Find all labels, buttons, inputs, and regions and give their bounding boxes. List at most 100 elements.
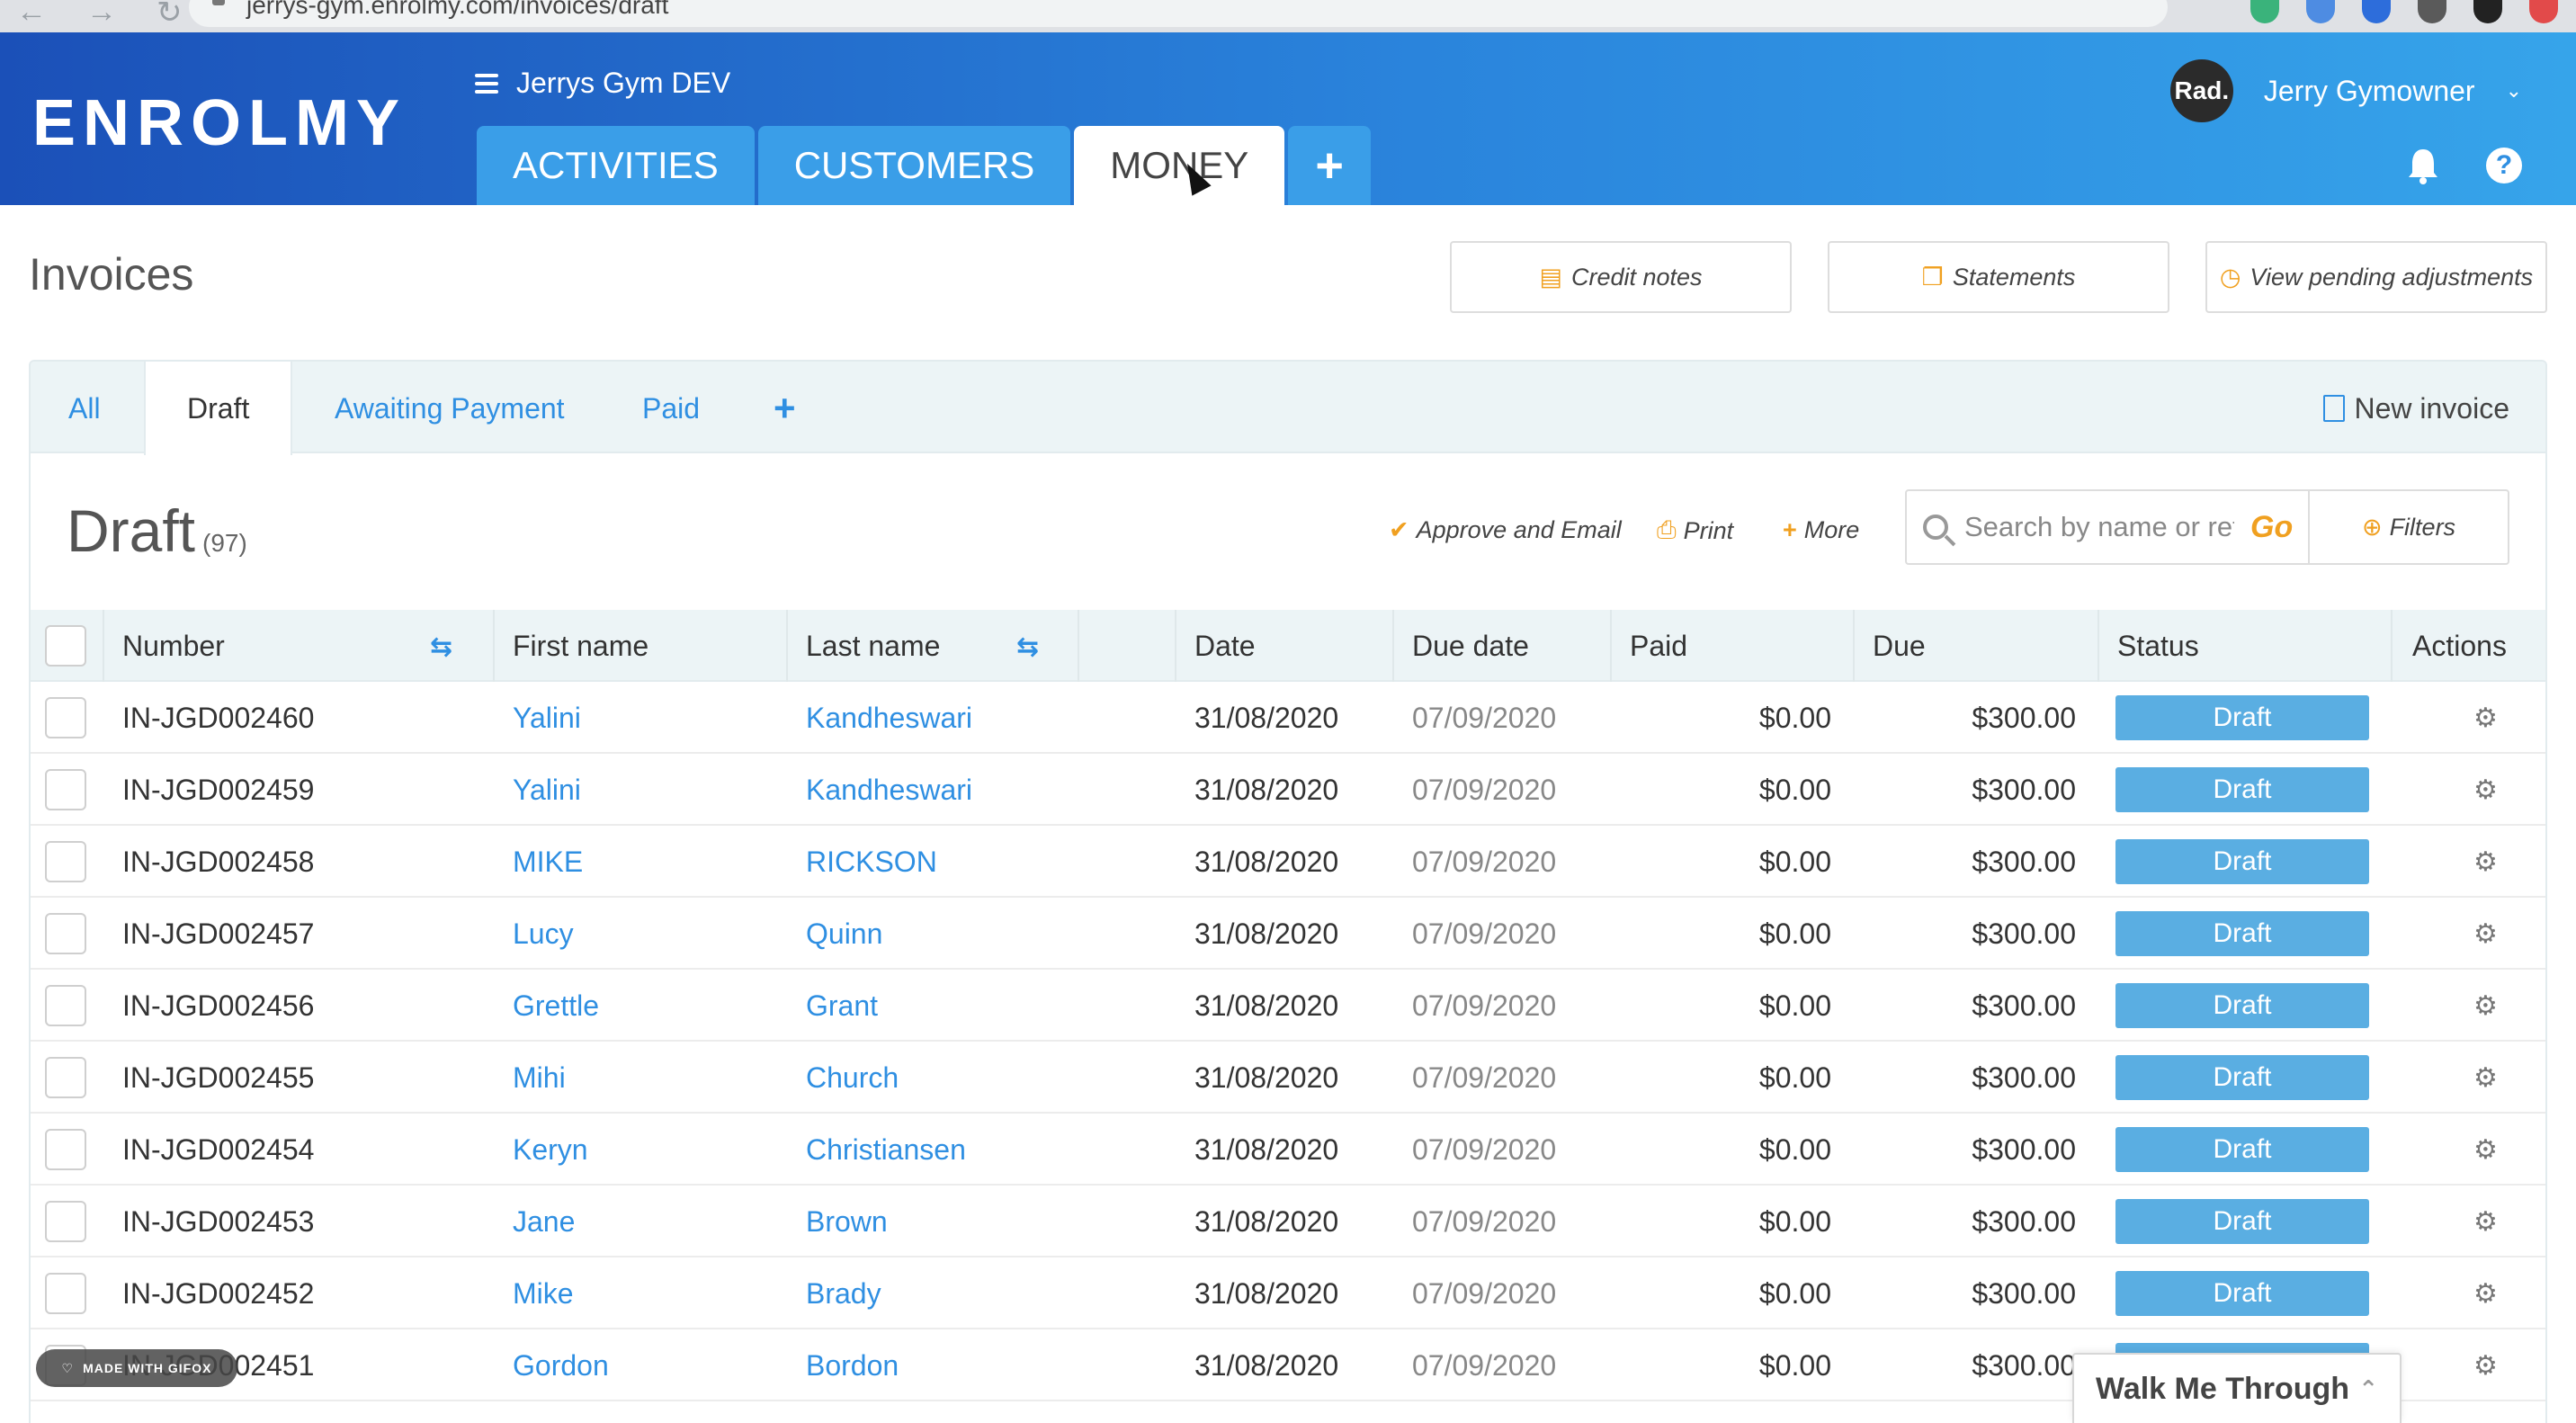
reload-icon[interactable]: ↻ (157, 0, 183, 31)
go-button[interactable]: Go (2250, 510, 2293, 545)
first-name-link[interactable]: Yalini (513, 754, 581, 826)
sort-icon[interactable]: ⇆ (430, 631, 462, 662)
puzzle-icon[interactable] (2418, 0, 2446, 23)
table-row[interactable]: IN-JGD002453 Jane Brown 31/08/2020 07/09/202… (31, 1186, 2545, 1257)
subtab-draft[interactable]: Draft (144, 362, 293, 455)
credit-notes-button[interactable]: ▤ Credit notes (1450, 241, 1792, 313)
last-name-link[interactable]: Christiansen (806, 1114, 966, 1186)
statements-button[interactable]: ❐ Statements (1828, 241, 2169, 313)
extension-icon[interactable] (2306, 0, 2335, 23)
tab-activities[interactable]: ACTIVITIES (477, 126, 755, 205)
header-first-name[interactable]: First name (513, 610, 648, 682)
row-checkbox[interactable] (45, 1273, 86, 1314)
header-paid[interactable]: Paid (1630, 610, 1687, 682)
gear-icon[interactable]: ⚙ (2473, 754, 2498, 826)
view-pending-adjustments-button[interactable]: ◷ View pending adjustments (2205, 241, 2547, 313)
last-name-link[interactable]: Quinn (806, 898, 882, 970)
header-date[interactable]: Date (1194, 610, 1256, 682)
back-icon[interactable]: ← (16, 0, 47, 31)
first-name-link[interactable]: Jane (513, 1186, 575, 1257)
table-row[interactable]: IN-JGD002454 Keryn Christiansen 31/08/2020 0… (31, 1114, 2545, 1186)
extension-icon[interactable] (2250, 0, 2279, 23)
hamburger-icon[interactable] (475, 73, 498, 94)
gear-icon[interactable]: ⚙ (2473, 1186, 2498, 1257)
gear-icon[interactable]: ⚙ (2473, 970, 2498, 1042)
row-checkbox[interactable] (45, 769, 86, 810)
tab-customers[interactable]: CUSTOMERS (757, 126, 1071, 205)
new-invoice-button[interactable]: New invoice (2323, 362, 2509, 455)
last-name-link[interactable]: Grant (806, 970, 878, 1042)
first-name-link[interactable]: MIKE (513, 826, 583, 898)
chevron-up-icon[interactable]: ⌃ (2358, 1375, 2378, 1403)
gear-icon[interactable]: ⚙ (2473, 1329, 2498, 1401)
gear-icon[interactable]: ⚙ (2473, 898, 2498, 970)
first-name-link[interactable]: Yalini (513, 682, 581, 754)
row-checkbox[interactable] (45, 1129, 86, 1170)
filters-button[interactable]: ⊕ Filters (2308, 489, 2509, 565)
add-subtab-button[interactable]: + (774, 362, 796, 455)
first-name-link[interactable]: Mihi (513, 1042, 566, 1114)
extension-icon[interactable] (2529, 0, 2558, 23)
first-name-link[interactable]: Mike (513, 1257, 574, 1329)
address-bar[interactable]: jerrys-gym.enrolmy.com/invoices/draft (189, 0, 2168, 27)
more-button[interactable]: + More (1783, 516, 1859, 544)
table-row[interactable]: IN-JGD002460 Yalini Kandheswari 31/08/2020 0… (31, 682, 2545, 754)
walk-me-through-widget[interactable]: Walk Me Through ⌃ (2072, 1353, 2402, 1423)
subtab-all[interactable]: All (68, 362, 101, 455)
user-name[interactable]: Jerry Gymowner (2264, 75, 2475, 108)
last-name-link[interactable]: Brown (806, 1186, 888, 1257)
first-name-link[interactable]: Keryn (513, 1114, 588, 1186)
header-due-date[interactable]: Due date (1412, 610, 1529, 682)
last-name-link[interactable]: Brady (806, 1257, 881, 1329)
row-checkbox[interactable] (45, 1057, 86, 1098)
forward-icon[interactable]: → (86, 0, 117, 31)
print-button[interactable]: ⎙ Print (1657, 516, 1733, 545)
avatar[interactable]: Rad. (2169, 59, 2233, 122)
header-number[interactable]: Number (122, 610, 225, 682)
last-name-link[interactable]: RICKSON (806, 826, 937, 898)
header-status[interactable]: Status (2117, 610, 2199, 682)
header-due[interactable]: Due (1873, 610, 1926, 682)
first-name-link[interactable]: Grettle (513, 970, 599, 1042)
table-row[interactable]: IN-JGD002455 Mihi Church 31/08/2020 07/09/20… (31, 1042, 2545, 1114)
enrolmy-logo[interactable]: ENROLMY (32, 86, 407, 160)
gear-icon[interactable]: ⚙ (2473, 682, 2498, 754)
table-row[interactable]: IN-JGD002456 Grettle Grant 31/08/2020 07/09/… (31, 970, 2545, 1042)
last-name-link[interactable]: Church (806, 1042, 899, 1114)
tab-money[interactable]: MONEY (1074, 126, 1285, 205)
approve-and-email-button[interactable]: ✔ Approve and Email (1389, 516, 1622, 544)
row-checkbox[interactable] (45, 913, 86, 954)
table-row[interactable]: IN-JGD002458 MIKE RICKSON 31/08/2020 07/09/2… (31, 826, 2545, 898)
bell-icon[interactable] (2405, 146, 2441, 185)
chevron-down-icon[interactable]: ⌄ (2506, 79, 2522, 103)
org-switcher[interactable]: Jerrys Gym DEV (475, 67, 730, 100)
extension-icon[interactable] (2362, 0, 2391, 23)
last-name-link[interactable]: Kandheswari (806, 682, 972, 754)
last-name-link[interactable]: Bordon (806, 1329, 899, 1401)
search-input[interactable] (1964, 511, 2234, 543)
header-last-name[interactable]: Last name (806, 610, 940, 682)
row-checkbox[interactable] (45, 697, 86, 738)
table-row[interactable]: IN-JGD002457 Lucy Quinn 31/08/2020 07/09/202… (31, 898, 2545, 970)
subtab-paid[interactable]: Paid (642, 362, 700, 455)
sort-icon[interactable]: ⇆ (1016, 631, 1049, 662)
row-checkbox[interactable] (45, 985, 86, 1026)
gear-icon[interactable]: ⚙ (2473, 1257, 2498, 1329)
subtab-awaiting-payment[interactable]: Awaiting Payment (335, 362, 565, 455)
last-name-link[interactable]: Kandheswari (806, 754, 972, 826)
profile-icon[interactable] (2473, 0, 2502, 23)
table-row[interactable]: IN-JGD002459 Yalini Kandheswari 31/08/2020 0… (31, 754, 2545, 826)
gear-icon[interactable]: ⚙ (2473, 1042, 2498, 1114)
row-checkbox[interactable] (45, 841, 86, 882)
user-menu[interactable]: Rad. Jerry Gymowner ⌄ (2169, 59, 2522, 122)
help-icon[interactable]: ? (2486, 148, 2522, 183)
select-all-checkbox[interactable] (45, 625, 86, 667)
table-row[interactable]: IN-JGD002452 Mike Brady 31/08/2020 07/09/202… (31, 1257, 2545, 1329)
first-name-link[interactable]: Lucy (513, 898, 574, 970)
gear-icon[interactable]: ⚙ (2473, 826, 2498, 898)
first-name-link[interactable]: Gordon (513, 1329, 609, 1401)
add-tab-button[interactable]: + (1288, 126, 1371, 205)
row-checkbox[interactable] (45, 1201, 86, 1242)
row-select-cell (45, 826, 86, 898)
gear-icon[interactable]: ⚙ (2473, 1114, 2498, 1186)
